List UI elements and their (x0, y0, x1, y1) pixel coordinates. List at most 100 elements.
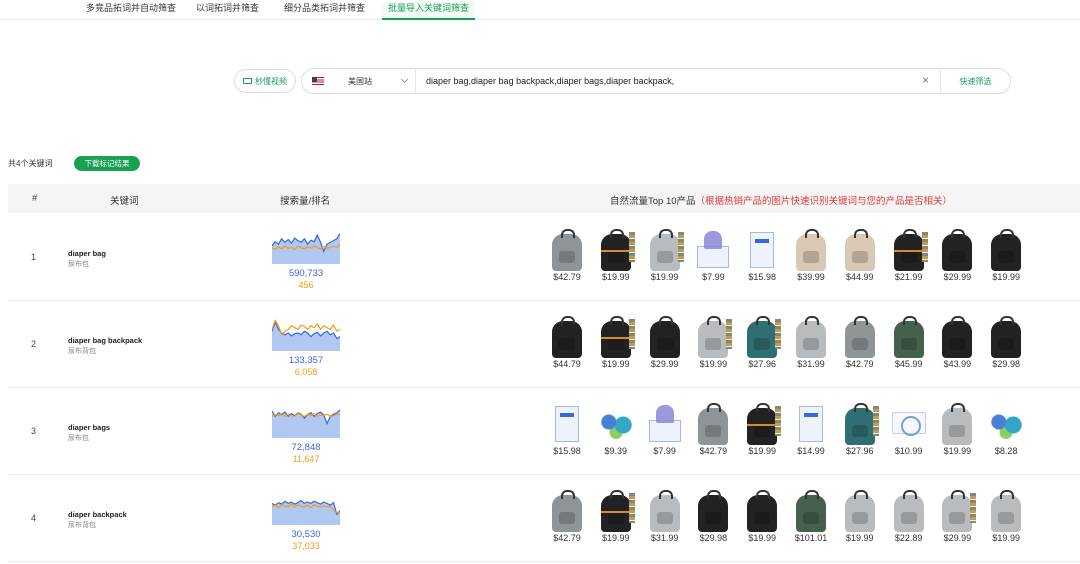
product-item[interactable]: $39.99 (788, 228, 834, 282)
product-item[interactable]: $9.39 (593, 402, 639, 456)
product-image[interactable] (889, 315, 929, 359)
product-image[interactable] (645, 228, 685, 272)
product-item[interactable]: $7.99 (690, 228, 736, 282)
download-results-button[interactable]: 下载标记结果 (74, 156, 140, 171)
tab-batch-import[interactable]: 批量导入关键词筛查 (382, 2, 476, 20)
keyword-text[interactable]: diaper bag (68, 249, 106, 258)
product-item[interactable]: $19.99 (739, 489, 785, 543)
product-image[interactable] (645, 315, 685, 359)
product-image[interactable] (547, 489, 587, 533)
product-item[interactable]: $19.99 (983, 489, 1029, 543)
trend-sparkline[interactable] (272, 489, 340, 525)
product-item[interactable]: $42.79 (544, 489, 590, 543)
product-item[interactable]: $42.79 (544, 228, 590, 282)
product-item[interactable]: $27.96 (837, 402, 883, 456)
product-item[interactable]: $29.98 (983, 315, 1029, 369)
product-image[interactable] (937, 489, 977, 533)
product-image[interactable] (596, 315, 636, 359)
product-item[interactable]: $21.99 (886, 228, 932, 282)
product-image[interactable] (742, 228, 782, 272)
product-item[interactable]: $19.99 (593, 489, 639, 543)
product-image[interactable] (547, 315, 587, 359)
product-image[interactable] (693, 489, 733, 533)
chevron-down-icon (400, 75, 409, 84)
product-item[interactable]: $22.89 (886, 489, 932, 543)
product-item[interactable]: $7.99 (642, 402, 688, 456)
keyword-text[interactable]: diaper backpack (68, 510, 127, 519)
tab-category-expand[interactable]: 细分品类拓词并筛查 (278, 2, 371, 20)
product-image[interactable] (986, 402, 1026, 446)
product-image[interactable] (840, 228, 880, 272)
product-item[interactable]: $19.99 (934, 402, 980, 456)
product-item[interactable]: $19.99 (642, 228, 688, 282)
product-item[interactable]: $29.99 (642, 315, 688, 369)
close-icon[interactable]: × (922, 73, 929, 87)
product-item[interactable]: $19.99 (739, 402, 785, 456)
trend-sparkline[interactable] (272, 228, 340, 264)
product-image[interactable] (742, 489, 782, 533)
product-item[interactable]: $10.99 (886, 402, 932, 456)
product-item[interactable]: $42.79 (690, 402, 736, 456)
product-item[interactable]: $44.79 (544, 315, 590, 369)
product-image[interactable] (596, 489, 636, 533)
product-item[interactable]: $14.99 (788, 402, 834, 456)
product-image[interactable] (889, 402, 929, 446)
keyword-text[interactable]: diaper bags (68, 423, 110, 432)
quick-filter-button[interactable]: 快速筛选 (940, 69, 1010, 93)
product-image[interactable] (937, 402, 977, 446)
product-image[interactable] (742, 402, 782, 446)
product-image[interactable] (693, 228, 733, 272)
site-select[interactable]: 美国站 (302, 69, 416, 93)
product-image[interactable] (889, 228, 929, 272)
product-item[interactable]: $27.96 (739, 315, 785, 369)
product-item[interactable]: $19.99 (837, 489, 883, 543)
tab-keyword-expand[interactable]: 以词拓词并筛查 (190, 2, 265, 20)
product-image[interactable] (645, 402, 685, 446)
product-image[interactable] (986, 315, 1026, 359)
product-image[interactable] (840, 489, 880, 533)
product-image[interactable] (547, 228, 587, 272)
tab-multi-competitor[interactable]: 多竞品拓词并自动筛查 (80, 2, 182, 20)
product-item[interactable]: $29.99 (934, 228, 980, 282)
product-image[interactable] (889, 489, 929, 533)
product-item[interactable]: $29.98 (690, 489, 736, 543)
product-item[interactable]: $19.99 (593, 315, 639, 369)
video-tutorial-button[interactable]: 秒懂视频 (234, 69, 296, 93)
keywords-input[interactable] (426, 74, 916, 88)
product-image[interactable] (986, 489, 1026, 533)
product-image[interactable] (693, 315, 733, 359)
product-image[interactable] (840, 402, 880, 446)
product-image[interactable] (596, 402, 636, 446)
product-item[interactable]: $29.99 (934, 489, 980, 543)
product-price: $29.99 (943, 533, 972, 543)
product-item[interactable]: $8.28 (983, 402, 1029, 456)
product-image[interactable] (840, 315, 880, 359)
product-item[interactable]: $31.99 (788, 315, 834, 369)
product-image[interactable] (791, 228, 831, 272)
product-image[interactable] (547, 402, 587, 446)
product-image[interactable] (596, 228, 636, 272)
product-image[interactable] (645, 489, 685, 533)
product-item[interactable]: $42.79 (837, 315, 883, 369)
product-image[interactable] (986, 228, 1026, 272)
trend-sparkline[interactable] (272, 315, 340, 351)
keyword-text[interactable]: diaper bag backpack (68, 336, 142, 345)
product-item[interactable]: $43.99 (934, 315, 980, 369)
product-item[interactable]: $101.01 (788, 489, 834, 543)
product-image[interactable] (791, 315, 831, 359)
product-image[interactable] (693, 402, 733, 446)
product-image[interactable] (937, 315, 977, 359)
product-image[interactable] (937, 228, 977, 272)
product-item[interactable]: $19.99 (593, 228, 639, 282)
product-image[interactable] (791, 489, 831, 533)
product-item[interactable]: $31.99 (642, 489, 688, 543)
product-item[interactable]: $19.99 (983, 228, 1029, 282)
product-item[interactable]: $19.99 (690, 315, 736, 369)
product-item[interactable]: $44.99 (837, 228, 883, 282)
trend-sparkline[interactable] (272, 402, 340, 438)
product-item[interactable]: $15.98 (739, 228, 785, 282)
product-image[interactable] (742, 315, 782, 359)
product-image[interactable] (791, 402, 831, 446)
product-item[interactable]: $45.99 (886, 315, 932, 369)
product-item[interactable]: $15.98 (544, 402, 590, 456)
